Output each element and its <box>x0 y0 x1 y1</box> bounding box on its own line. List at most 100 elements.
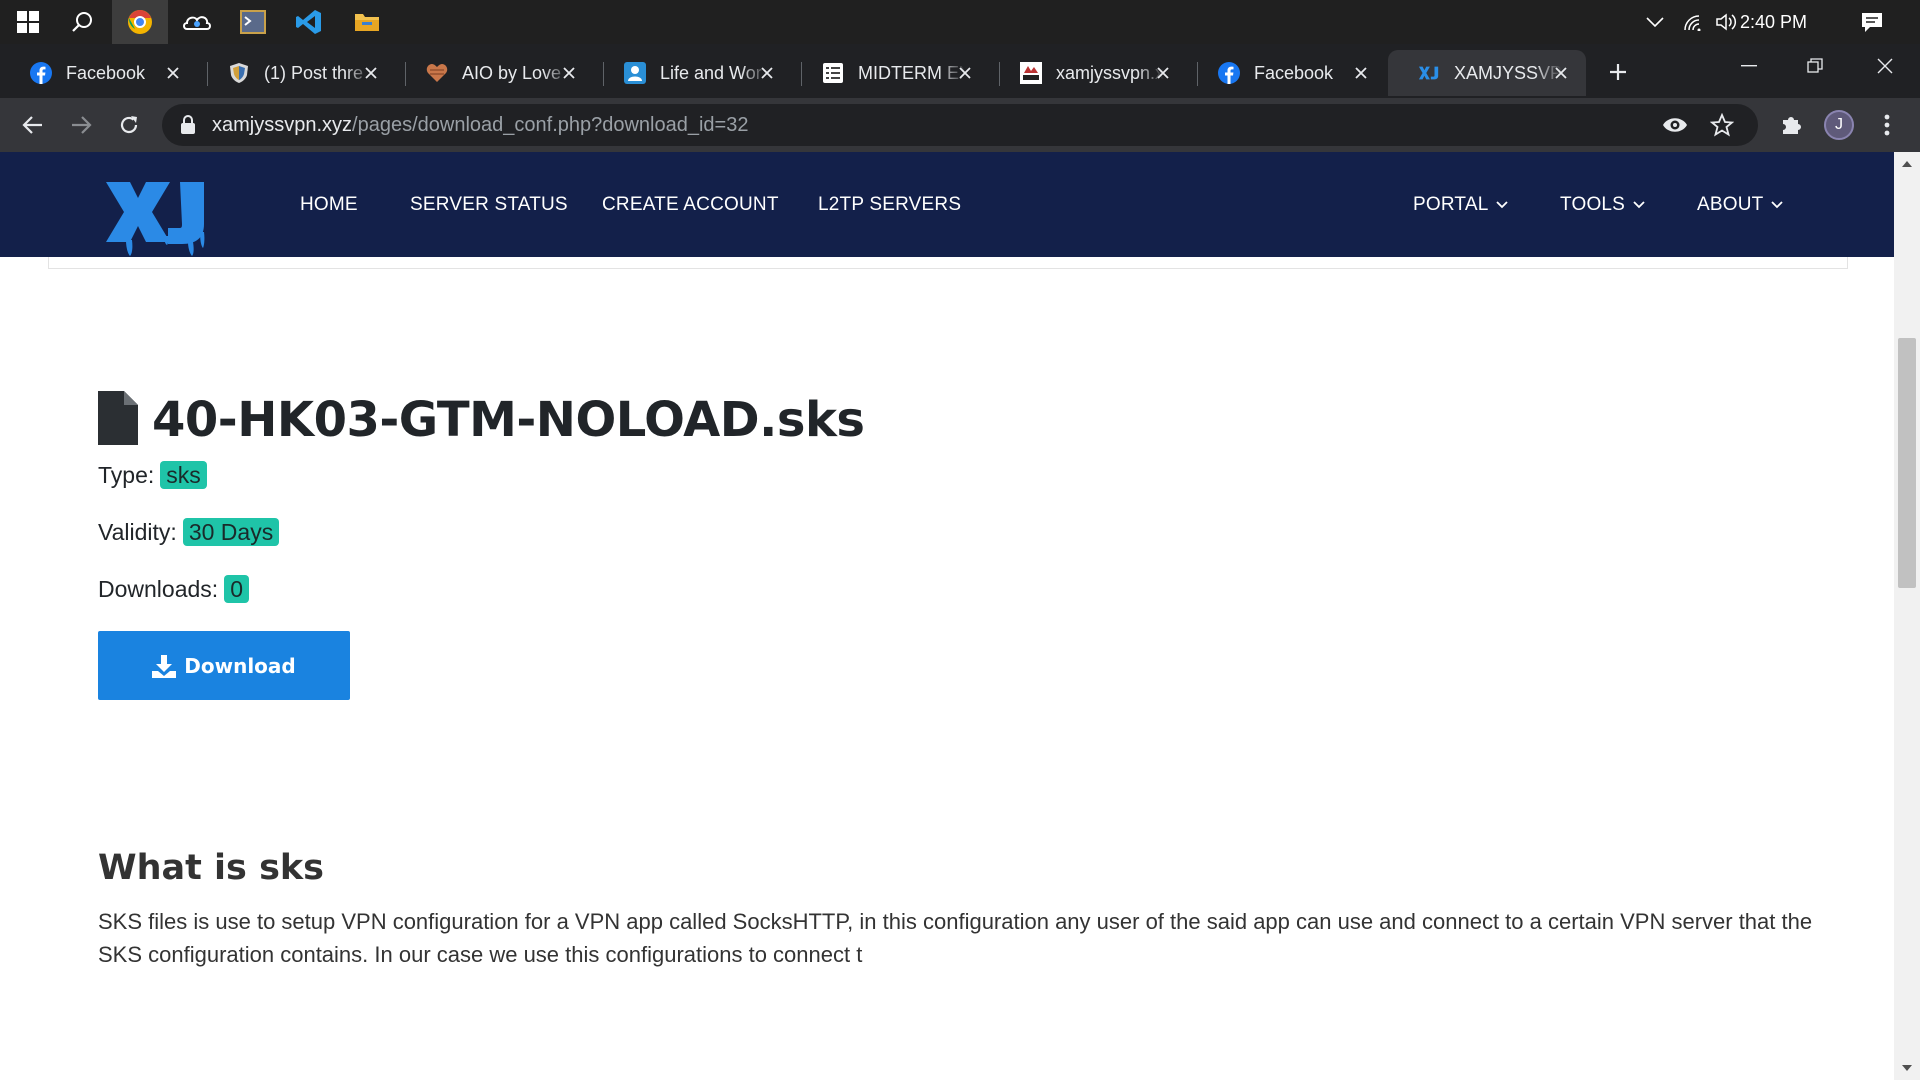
tab-title: AIO by Love <box>462 62 562 83</box>
lock-icon[interactable] <box>180 115 196 140</box>
tab-life-and-works[interactable]: Life and Wor <box>594 50 792 96</box>
nav-server-status[interactable]: SERVER STATUS <box>410 152 568 257</box>
back-arrow-icon[interactable] <box>14 106 52 144</box>
minimize-icon[interactable] <box>1716 44 1782 88</box>
close-tab-icon[interactable] <box>558 62 580 84</box>
close-tab-icon[interactable] <box>162 62 184 84</box>
chevron-down-icon <box>1496 200 1509 209</box>
browser-tab-strip: Facebook (1) Post thre AIO by Love Life … <box>0 44 1920 98</box>
nav-tools-label: TOOLS <box>1560 193 1626 215</box>
file-name: 40-HK03-GTM-NOLOAD.sks <box>152 392 865 448</box>
download-button-label: Download <box>184 653 296 678</box>
notification-icon[interactable] <box>1852 0 1892 44</box>
file-type-row: Type: sks <box>98 461 207 489</box>
file-validity-row: Validity: 30 Days <box>98 518 280 546</box>
tab-post-thread[interactable]: (1) Post thre <box>198 50 396 96</box>
eye-icon[interactable] <box>1662 115 1688 140</box>
tab-facebook-2[interactable]: Facebook <box>1188 50 1386 96</box>
scroll-down-arrow-icon[interactable] <box>1894 1058 1920 1078</box>
close-tab-icon[interactable] <box>1550 62 1572 84</box>
reload-icon[interactable] <box>110 106 148 144</box>
nav-create-account[interactable]: CREATE ACCOUNT <box>602 152 779 257</box>
nav-tools-dropdown[interactable]: TOOLS <box>1560 152 1645 257</box>
close-tab-icon[interactable] <box>954 62 976 84</box>
tab-title: MIDTERM EX <box>858 62 966 83</box>
contact-icon <box>624 62 646 84</box>
restore-icon[interactable] <box>1782 44 1848 88</box>
download-icon <box>152 654 177 678</box>
chevron-down-icon <box>1771 200 1784 209</box>
tab-xamjyssvpn-active[interactable]: XAMJYSSVPN <box>1388 50 1586 96</box>
scroll-up-arrow-icon[interactable] <box>1894 154 1920 174</box>
nav-portal-label: PORTAL <box>1413 193 1489 215</box>
nav-l2tp-servers[interactable]: L2TP SERVERS <box>818 152 961 257</box>
chrome-icon[interactable] <box>112 0 168 44</box>
terminal-icon[interactable] <box>226 0 280 44</box>
logo-text: XJ <box>104 174 106 175</box>
tab-title: Facebook <box>1254 62 1334 83</box>
taskbar-clock[interactable]: 2:40 PM <box>1740 0 1807 44</box>
close-window-icon[interactable] <box>1852 44 1918 88</box>
list-icon <box>822 62 844 84</box>
bookmark-star-icon[interactable] <box>1709 112 1735 142</box>
chevron-up-icon[interactable] <box>1638 0 1672 44</box>
scrollbar-thumb[interactable] <box>1898 338 1916 588</box>
volume-icon[interactable] <box>1710 0 1744 44</box>
file-icon <box>98 390 138 450</box>
file-explorer-icon[interactable] <box>340 0 394 44</box>
nav-home[interactable]: HOME <box>300 152 358 257</box>
file-title: 40-HK03-GTM-NOLOAD.sks <box>98 380 865 460</box>
profile-initial: J <box>1824 110 1854 140</box>
tab-xamjyssvpn[interactable]: xamjyssvpn.x <box>990 50 1188 96</box>
page-scrollbar[interactable] <box>1894 152 1920 1080</box>
heart-icon <box>426 62 448 84</box>
facebook-icon <box>1218 62 1240 84</box>
more-menu-icon[interactable] <box>1868 106 1906 144</box>
xj-icon <box>1418 62 1440 84</box>
nav-about-dropdown[interactable]: ABOUT <box>1697 152 1784 257</box>
file-type-label: Type: <box>98 461 155 488</box>
close-tab-icon[interactable] <box>360 62 382 84</box>
tab-facebook-1[interactable]: Facebook <box>0 50 198 96</box>
close-tab-icon[interactable] <box>756 62 778 84</box>
close-tab-icon[interactable] <box>1152 62 1174 84</box>
address-bar[interactable]: xamjyssvpn.xyz/pages/download_conf.php?d… <box>162 104 1758 146</box>
file-validity-badge: 30 Days <box>182 518 280 546</box>
site-navbar: XJ HOME SERVER STATUS CREATE ACCOUNT L2T… <box>0 152 1894 257</box>
nav-portal-dropdown[interactable]: PORTAL <box>1413 152 1509 257</box>
forward-arrow-icon[interactable] <box>62 106 100 144</box>
close-tab-icon[interactable] <box>1350 62 1372 84</box>
section-heading: What is sks <box>98 848 325 888</box>
windows-start-icon[interactable] <box>4 0 52 44</box>
tab-title: Life and Wor <box>660 62 762 83</box>
tab-aio[interactable]: AIO by Love <box>396 50 594 96</box>
nav-about-label: ABOUT <box>1697 193 1764 215</box>
new-tab-icon[interactable] <box>1596 50 1640 94</box>
url-path: /pages/download_conf.php?download_id=32 <box>352 113 749 136</box>
facebook-icon <box>30 62 52 84</box>
tab-title: (1) Post thre <box>264 62 364 83</box>
file-downloads-row: Downloads: 0 <box>98 575 249 603</box>
tab-title: XAMJYSSVPN <box>1454 62 1562 83</box>
download-button[interactable]: Download <box>98 631 350 700</box>
site-icon <box>1020 62 1042 84</box>
shield-icon <box>228 62 250 84</box>
extensions-puzzle-icon[interactable] <box>1772 106 1810 144</box>
url-host: xamjyssvpn.xyz <box>212 113 353 136</box>
tab-title: Facebook <box>66 62 146 83</box>
site-logo[interactable]: XJ <box>104 174 224 256</box>
browser-toolbar: xamjyssvpn.xyz/pages/download_conf.php?d… <box>0 98 1920 152</box>
wifi-icon[interactable] <box>1676 0 1710 44</box>
tab-title: xamjyssvpn.x <box>1056 62 1164 83</box>
file-validity-label: Validity: <box>98 518 177 545</box>
windows-taskbar: 2:40 PM <box>0 0 1920 44</box>
onedrive-icon[interactable] <box>170 0 224 44</box>
url-text[interactable]: xamjyssvpn.xyz/pages/download_conf.php?d… <box>212 104 748 146</box>
chevron-down-icon <box>1633 200 1645 209</box>
tab-midterm[interactable]: MIDTERM EX <box>792 50 990 96</box>
content-card-edge <box>48 257 1848 269</box>
vscode-icon[interactable] <box>282 0 336 44</box>
file-type-badge: sks <box>160 461 207 489</box>
profile-avatar[interactable]: J <box>1820 106 1858 144</box>
search-icon[interactable] <box>58 0 106 44</box>
